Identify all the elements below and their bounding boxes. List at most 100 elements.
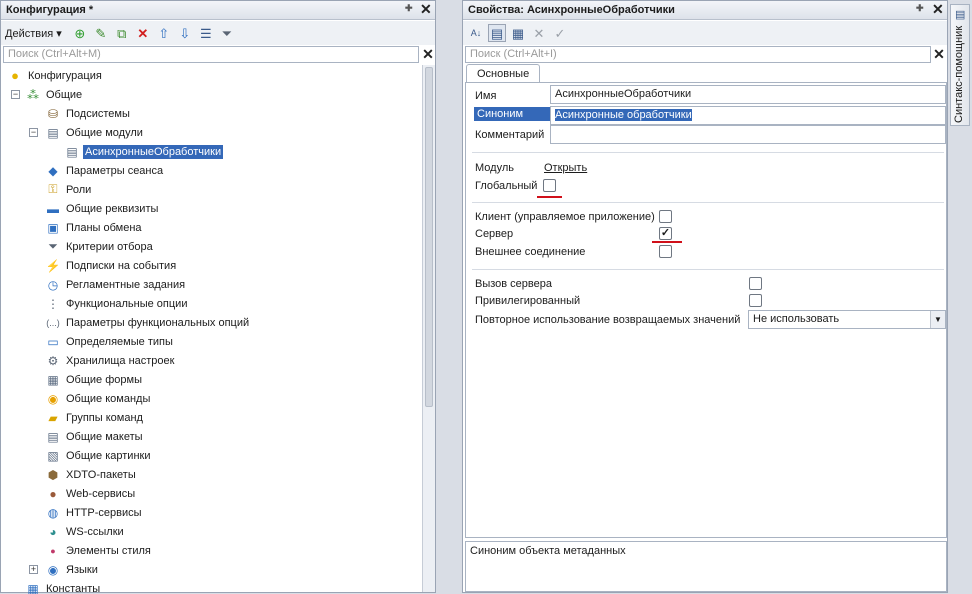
tree-item-session-params[interactable]: ◆ Параметры сеанса <box>45 161 165 180</box>
add-icon[interactable]: ⊕ <box>71 24 89 42</box>
categorized-view-icon[interactable]: ▤ <box>488 24 506 42</box>
tree-item-label: WS-ссылки <box>64 525 126 539</box>
close-icon[interactable]: ✕ <box>932 1 944 18</box>
tree-item-label: Подсистемы <box>64 107 132 121</box>
tree-item-exchange-plans[interactable]: ▣ Планы обмена <box>45 218 144 237</box>
annotation-underline <box>537 196 562 198</box>
tree-item-label: XDTO-пакеты <box>64 468 138 482</box>
sort-alphabetically-icon[interactable]: A↓ <box>467 24 485 42</box>
tree-item-style-items[interactable]: ● Элементы стиля <box>45 541 153 560</box>
expand-languages-button[interactable]: + <box>29 565 38 574</box>
configuration-search-input[interactable]: Поиск (Ctrl+Alt+M) <box>3 46 419 63</box>
synonym-field[interactable]: Асинхронные обработчики <box>550 106 946 125</box>
tree-item-common-templates[interactable]: ▤ Общие макеты <box>45 427 145 446</box>
filter-properties-icon[interactable]: ▦ <box>509 24 527 42</box>
collapse-common-modules-button[interactable]: − <box>29 128 38 137</box>
tree-item-label: Планы обмена <box>64 221 144 235</box>
module-icon: ▤ <box>64 144 80 160</box>
common-icon: ⁂ <box>25 87 41 103</box>
tree-item-common-commands[interactable]: ◉ Общие команды <box>45 389 152 408</box>
tree-item-functional-options[interactable]: ⋮ Функциональные опции <box>45 294 189 313</box>
reuse-values-select[interactable]: Не использовать ▼ <box>748 310 946 329</box>
properties-panel-title: Свойства: АсинхронныеОбработчики ✚ ✕ <box>463 1 947 20</box>
delete-icon[interactable]: ✕ <box>134 24 152 42</box>
tree-item-http-services[interactable]: ◍ HTTP-сервисы <box>45 503 144 522</box>
client-label: Клиент (управляемое приложение) <box>475 211 655 223</box>
divider <box>472 269 944 270</box>
open-module-link[interactable]: Открыть <box>544 162 587 174</box>
external-connection-checkbox[interactable] <box>659 245 672 258</box>
actions-menu[interactable]: Действия ▾ <box>5 27 68 40</box>
name-field[interactable]: АсинхронныеОбработчики <box>550 85 946 104</box>
tree-item-command-groups[interactable]: ▰ Группы команд <box>45 408 145 427</box>
tree-item-languages[interactable]: ◉ Языки <box>45 560 100 579</box>
tree-item-common-attributes[interactable]: ▬ Общие реквизиты <box>45 199 160 218</box>
tree-item-settings-storages[interactable]: ⚙ Хранилища настроек <box>45 351 176 370</box>
tree-item-roles[interactable]: ⚿ Роли <box>45 180 93 199</box>
exchange-plans-icon: ▣ <box>45 220 61 236</box>
tree-item-defined-types[interactable]: ▭ Определяемые типы <box>45 332 175 351</box>
tree-item-constants[interactable]: ▦ Константы <box>25 579 102 594</box>
collapse-common-button[interactable]: − <box>11 90 20 99</box>
tree-item-web-services[interactable]: ● Web-сервисы <box>45 484 137 503</box>
tab-main[interactable]: Основные <box>466 64 540 83</box>
tree-item-functional-option-params[interactable]: (...) Параметры функциональных опций <box>45 313 251 332</box>
comment-field[interactable] <box>550 125 946 144</box>
tree-item-scheduled-jobs[interactable]: ◷ Регламентные задания <box>45 275 187 294</box>
xdto-packages-icon: ⬢ <box>45 467 61 483</box>
global-checkbox[interactable] <box>543 179 556 192</box>
tree-item-configuration[interactable]: ● Конфигурация <box>7 66 104 85</box>
tree-item-event-subscriptions[interactable]: ⚡ Подписки на события <box>45 256 178 275</box>
client-checkbox[interactable] <box>659 210 672 223</box>
tree-item-common-forms[interactable]: ▦ Общие формы <box>45 370 144 389</box>
tree-item-common-pictures[interactable]: ▧ Общие картинки <box>45 446 153 465</box>
sort-icon[interactable]: ☰ <box>197 24 215 42</box>
edit-icon[interactable]: ✎ <box>92 24 110 42</box>
filter-criteria-icon: ⏷ <box>45 239 61 255</box>
pin-icon[interactable]: ✚ <box>916 3 924 14</box>
tree-item-xdto-packages[interactable]: ⬢ XDTO-пакеты <box>45 465 138 484</box>
divider <box>472 202 944 203</box>
copy-icon[interactable]: ⧉ <box>113 24 131 42</box>
configuration-icon: ● <box>7 68 23 84</box>
configuration-tree-scrollbar[interactable] <box>422 65 435 592</box>
tree-item-common-modules[interactable]: ▤ Общие модули <box>45 123 145 142</box>
tree-item-filter-criteria[interactable]: ⏷ Критерии отбора <box>45 237 155 256</box>
move-up-icon[interactable]: ⇧ <box>155 24 173 42</box>
pin-icon[interactable]: ✚ <box>405 3 413 14</box>
functional-options-icon: ⋮ <box>45 296 61 312</box>
server-checkbox[interactable]: ✓ <box>659 227 672 240</box>
privileged-checkbox[interactable] <box>749 294 762 307</box>
properties-search-input[interactable]: Поиск (Ctrl+Alt+I) <box>465 46 931 63</box>
style-items-icon: ● <box>45 543 61 559</box>
server-call-checkbox[interactable] <box>749 277 762 290</box>
confirm-icon[interactable]: ✓ <box>551 24 569 42</box>
clear-search-icon[interactable]: ✕ <box>420 46 436 63</box>
web-services-icon: ● <box>45 486 61 502</box>
common-pictures-icon: ▧ <box>45 448 61 464</box>
tree-item-label: Группы команд <box>64 411 145 425</box>
synonym-value: Асинхронные обработчики <box>555 109 692 121</box>
close-icon[interactable]: ✕ <box>420 1 432 18</box>
properties-toolbar: A↓ ▤ ▦ ✕ ✓ <box>463 21 947 45</box>
tree-item-label: АсинхронныеОбработчики <box>83 145 223 159</box>
tree-item-label: Общие макеты <box>64 430 145 444</box>
filter-icon[interactable]: ⏷ <box>218 24 236 42</box>
syntax-assistant-tab[interactable]: ▤ Синтакс-помощник <box>950 4 970 126</box>
common-forms-icon: ▦ <box>45 372 61 388</box>
delete-icon[interactable]: ✕ <box>530 24 548 42</box>
move-down-icon[interactable]: ⇩ <box>176 24 194 42</box>
clear-search-icon[interactable]: ✕ <box>931 46 947 63</box>
actions-label: Действия <box>5 28 53 40</box>
tree-item-common[interactable]: ⁂ Общие <box>25 85 84 104</box>
common-modules-icon: ▤ <box>45 125 61 141</box>
tree-item-async-handlers[interactable]: ▤ АсинхронныеОбработчики <box>64 142 223 161</box>
search-placeholder: Поиск (Ctrl+Alt+M) <box>8 48 101 60</box>
description-area: Синоним объекта метаданных <box>465 541 947 592</box>
syntax-assistant-label: Синтакс-помощник <box>953 26 965 123</box>
scrollbar-thumb[interactable] <box>425 67 433 407</box>
tree-item-ws-references[interactable]: ◕ WS-ссылки <box>45 522 126 541</box>
tree-item-subsystems[interactable]: ⛁ Подсистемы <box>45 104 132 123</box>
chevron-down-icon[interactable]: ▼ <box>930 311 945 328</box>
tree-item-label: Параметры функциональных опций <box>64 316 251 330</box>
